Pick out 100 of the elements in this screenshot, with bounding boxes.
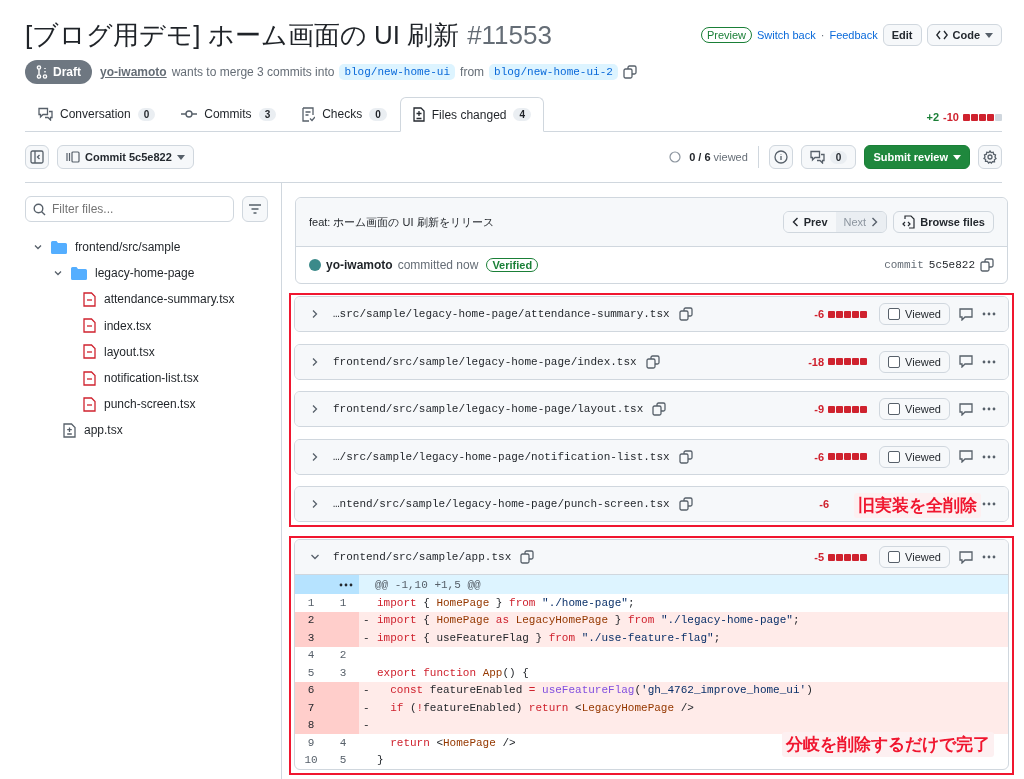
file-path[interactable]: …src/sample/legacy-home-page/attendance-summary.tsx — [333, 308, 670, 320]
file-path[interactable]: frontend/src/sample/legacy-home-page/index.tsx — [333, 355, 637, 368]
annotation-label: 旧実装を全削除 — [854, 493, 981, 518]
file-diff-icon — [63, 422, 76, 438]
settings-icon — [983, 150, 997, 164]
author-link[interactable]: yo-iwamoto — [100, 65, 167, 79]
tab[interactable]: Files changed 4 — [399, 97, 545, 132]
tab-count: 4 — [513, 108, 532, 121]
sidebar-toggle-button[interactable] — [25, 145, 49, 169]
diff-marker: - — [363, 631, 370, 644]
copy-icon[interactable] — [980, 258, 994, 272]
base-branch[interactable]: blog/new-home-ui — [339, 64, 456, 80]
file-path[interactable]: …/src/sample/legacy-home-page/notification-list.tsx — [333, 450, 670, 463]
chevron-left-icon — [791, 217, 799, 227]
speech-bubbles-icon — [809, 150, 825, 164]
file-tree-item[interactable]: punch-screen.tsx — [25, 391, 268, 418]
copy-icon[interactable] — [652, 402, 667, 416]
file-diff-icon — [412, 107, 425, 122]
code-button[interactable]: Code — [926, 24, 1002, 46]
chevron-icon[interactable] — [310, 404, 320, 414]
chevron-right-icon — [871, 217, 879, 227]
viewed-button[interactable]: Viewed — [879, 546, 950, 568]
more-icon[interactable] — [982, 502, 996, 506]
checkbox[interactable] — [888, 403, 901, 415]
comment-icon[interactable] — [959, 402, 973, 416]
more-icon[interactable] — [982, 454, 996, 459]
commit-author[interactable]: yo-iwamoto — [326, 258, 393, 272]
code-line: return <HomePage /> — [389, 736, 516, 749]
file-removed-icon — [83, 370, 96, 386]
chevron-icon[interactable] — [310, 499, 320, 509]
viewed-button[interactable]: Viewed — [879, 303, 950, 325]
tab[interactable]: Commits 3 — [168, 97, 290, 131]
file-tree-item[interactable]: attendance-summary.tsx — [25, 286, 268, 313]
file-removed-icon — [83, 291, 96, 307]
checklist-icon — [302, 106, 316, 122]
copy-icon[interactable] — [678, 307, 693, 321]
deletions-count: -6 — [819, 498, 829, 510]
filter-button[interactable] — [242, 196, 268, 222]
caret-icon — [985, 32, 993, 38]
copy-icon[interactable] — [678, 497, 693, 511]
browse-files-button[interactable]: Browse files — [893, 211, 994, 233]
line-number: 2 — [338, 648, 348, 664]
comments-button[interactable]: 0 — [800, 145, 857, 169]
submit-review-button[interactable]: Submit review — [864, 145, 970, 169]
file-tree-item[interactable]: frontend/src/sample — [25, 234, 268, 261]
file-path[interactable]: frontend/src/sample/legacy-home-page/layout.tsx — [333, 403, 644, 415]
comment-icon[interactable] — [959, 355, 973, 368]
expand-icon[interactable] — [339, 582, 353, 587]
viewed-button[interactable]: Viewed — [879, 398, 950, 420]
code-line: import { useFeatureFlag } from "./use-feature-flag"; — [377, 631, 721, 644]
comment-icon[interactable] — [959, 307, 973, 321]
comment-icon[interactable] — [959, 450, 973, 463]
line-number: 7 — [295, 699, 327, 717]
pr-title: [ブログ用デモ] ホーム画面の UI 刷新 — [25, 19, 460, 52]
head-branch[interactable]: blog/new-home-ui-2 — [489, 64, 618, 80]
switch-back-link[interactable]: Switch back — [757, 29, 816, 41]
diffstat-icon — [963, 113, 1002, 121]
edit-button[interactable]: Edit — [882, 24, 922, 46]
copy-icon[interactable] — [678, 449, 693, 464]
viewed-button[interactable]: Viewed — [879, 445, 950, 468]
settings-button[interactable] — [978, 145, 1002, 169]
code-icon — [935, 30, 948, 40]
file-tree-item[interactable]: layout.tsx — [25, 338, 268, 365]
tab[interactable]: Conversation 0 — [25, 97, 169, 131]
copy-icon[interactable] — [645, 354, 660, 369]
line-number: 9 — [306, 735, 316, 751]
code-line: import { HomePage as LegacyHomePage } from "./legacy-home-page"; — [377, 614, 800, 627]
viewed-button[interactable]: Viewed — [879, 350, 950, 373]
file-tree-item[interactable]: index.tsx — [25, 312, 268, 339]
search-icon — [33, 203, 46, 216]
checkbox[interactable] — [888, 450, 901, 463]
filter-field[interactable]: Filter files... — [25, 196, 234, 222]
chevron-icon[interactable] — [310, 552, 320, 562]
file-tree-item[interactable]: legacy-home-page — [25, 260, 268, 287]
tab[interactable]: Checks 0 — [289, 97, 400, 131]
checkbox[interactable] — [888, 355, 901, 368]
checkbox[interactable] — [888, 551, 901, 563]
checkbox[interactable] — [888, 308, 901, 320]
more-icon[interactable] — [982, 407, 996, 411]
more-icon[interactable] — [982, 555, 996, 559]
comment-icon[interactable] — [959, 550, 973, 564]
diff-marker: - — [363, 684, 370, 697]
file-tree-item[interactable]: app.tsx — [25, 417, 268, 444]
deletions-count: -10 — [943, 111, 959, 123]
copy-icon[interactable] — [622, 65, 637, 79]
more-icon[interactable] — [982, 312, 996, 316]
more-icon[interactable] — [982, 359, 996, 364]
feedback-link[interactable]: Feedback — [829, 29, 878, 41]
speech-bubbles-icon — [38, 107, 53, 121]
file-tree-item[interactable]: notification-list.tsx — [25, 364, 268, 392]
info-button[interactable] — [768, 145, 793, 169]
commit-label: commit — [884, 259, 924, 271]
file-path[interactable]: frontend/src/sample/app.tsx — [333, 551, 512, 563]
chevron-icon[interactable] — [310, 451, 320, 462]
commit-time: committed now — [397, 258, 479, 272]
chevron-icon[interactable] — [310, 356, 320, 367]
file-path[interactable]: …ntend/src/sample/legacy-home-page/punch-screen.tsx — [333, 498, 670, 510]
copy-icon[interactable] — [520, 550, 535, 564]
chevron-icon[interactable] — [310, 309, 320, 319]
commit-select-button[interactable]: Commit 5c5e822 — [57, 145, 194, 169]
